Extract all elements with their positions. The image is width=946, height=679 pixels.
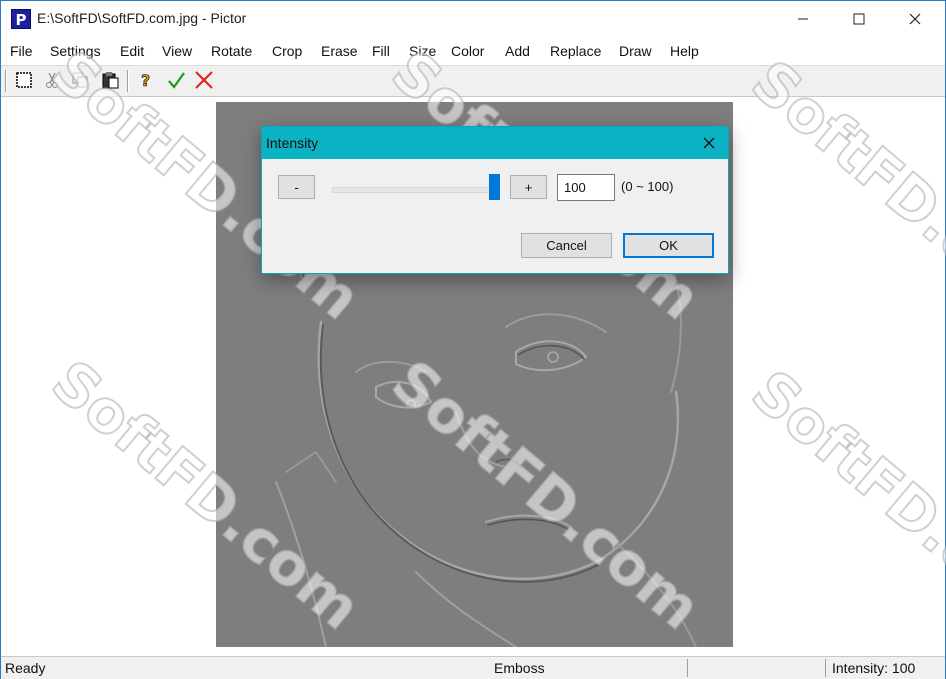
- cancel-button[interactable]: Cancel: [521, 233, 612, 258]
- toolbar-grip: [5, 70, 7, 92]
- ok-button[interactable]: OK: [623, 233, 714, 258]
- menu-size[interactable]: Size: [409, 43, 436, 59]
- select-icon: [16, 72, 32, 88]
- maximize-button[interactable]: [836, 1, 882, 37]
- menu-draw[interactable]: Draw: [619, 43, 652, 59]
- intensity-value-input[interactable]: [557, 174, 615, 201]
- help-icon: ?: [141, 71, 151, 89]
- paste-icon: [102, 72, 119, 89]
- menu-view[interactable]: View: [162, 43, 192, 59]
- intensity-slider-thumb[interactable]: [489, 174, 500, 200]
- app-icon: P: [11, 9, 31, 29]
- menu-file[interactable]: File: [10, 43, 33, 59]
- menu-fill[interactable]: Fill: [372, 43, 390, 59]
- menu-erase[interactable]: Erase: [321, 43, 358, 59]
- toolbar: ?: [1, 65, 945, 97]
- status-divider: [825, 659, 826, 677]
- intensity-dialog: Intensity - + (0 ~ 100) Cancel OK: [261, 126, 729, 274]
- window-title: E:\SoftFD\SoftFD.com.jpg - Pictor: [37, 10, 247, 26]
- title-bar: P E:\SoftFD\SoftFD.com.jpg - Pictor: [1, 1, 945, 37]
- maximize-icon: [853, 13, 865, 25]
- help-button[interactable]: ?: [135, 69, 157, 91]
- copy-button[interactable]: [69, 69, 91, 91]
- status-mode: Emboss: [494, 660, 545, 676]
- range-label: (0 ~ 100): [621, 179, 674, 194]
- toolbar-separator: [127, 70, 129, 92]
- close-icon: [909, 13, 921, 25]
- select-button[interactable]: [13, 69, 35, 91]
- copy-icon: [72, 72, 88, 88]
- menu-settings[interactable]: Settings: [50, 43, 101, 59]
- close-icon: [703, 137, 715, 149]
- minimize-icon: [798, 18, 808, 20]
- menu-color[interactable]: Color: [451, 43, 484, 59]
- menu-crop[interactable]: Crop: [272, 43, 302, 59]
- app-window: P E:\SoftFD\SoftFD.com.jpg - Pictor File…: [0, 0, 946, 679]
- dialog-title-bar: Intensity: [262, 127, 728, 159]
- close-window-button[interactable]: [892, 1, 938, 37]
- dialog-title: Intensity: [266, 135, 319, 151]
- status-ready: Ready: [5, 660, 46, 676]
- watermark-text: SoftFD.com: [738, 356, 946, 654]
- increase-button[interactable]: +: [510, 175, 547, 199]
- menu-replace[interactable]: Replace: [550, 43, 601, 59]
- menu-help[interactable]: Help: [670, 43, 699, 59]
- menu-bar: File Settings Edit View Rotate Crop Eras…: [1, 39, 945, 65]
- status-intensity: Intensity: 100: [832, 660, 916, 676]
- status-divider: [687, 659, 688, 677]
- minimize-button[interactable]: [780, 1, 826, 37]
- svg-text:?: ?: [141, 71, 150, 89]
- cancel-tool-button[interactable]: [193, 69, 215, 91]
- cut-button[interactable]: [41, 69, 63, 91]
- cancel-x-icon: [195, 71, 213, 89]
- apply-button[interactable]: [165, 69, 187, 91]
- decrease-button[interactable]: -: [278, 175, 315, 199]
- menu-rotate[interactable]: Rotate: [211, 43, 252, 59]
- cut-icon: [46, 72, 58, 88]
- menu-edit[interactable]: Edit: [120, 43, 144, 59]
- paste-button[interactable]: [99, 69, 121, 91]
- dialog-close-button[interactable]: [698, 132, 720, 154]
- intensity-slider-track[interactable]: [332, 187, 500, 193]
- apply-check-icon: [168, 72, 185, 89]
- menu-add[interactable]: Add: [505, 43, 530, 59]
- status-bar: Ready Emboss Intensity: 100: [1, 656, 945, 679]
